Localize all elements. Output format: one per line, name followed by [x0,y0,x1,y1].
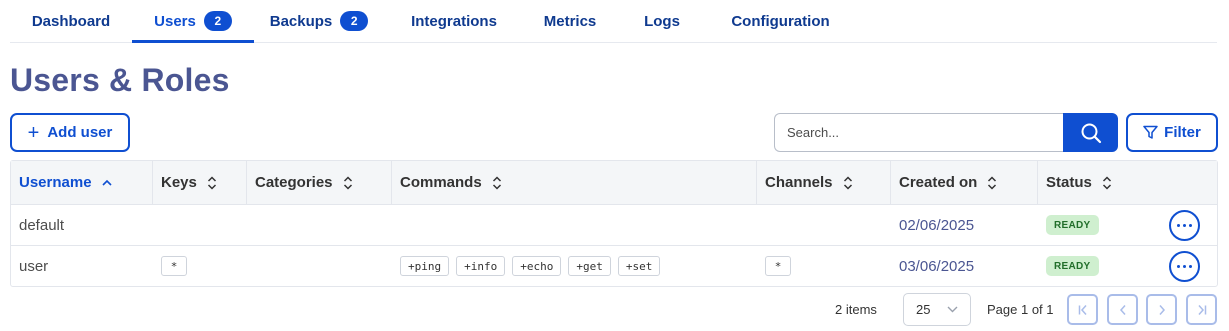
search-box [774,113,1118,152]
column-header-commands[interactable]: Commands [392,161,757,204]
page-title: Users & Roles [10,62,230,98]
filter-button[interactable]: Filter [1126,113,1218,152]
commands-cell: +ping +info +echo +get +set [392,246,757,286]
search-button[interactable] [1063,113,1118,152]
channels-cell: * [757,246,891,286]
sort-ascending-icon [101,179,112,187]
tab-configuration[interactable]: Configuration [708,0,853,42]
tab-label: Integrations [411,12,497,30]
plus-icon: + [27,121,40,144]
next-page-button[interactable] [1146,294,1177,325]
sort-icon [343,175,353,190]
tab-count-badge: 2 [203,11,232,31]
status-cell: READY [1038,205,1217,245]
tab-label: Backups [269,12,333,30]
last-page-icon [1197,304,1206,315]
categories-cell [247,246,392,286]
status-badge: READY [1046,215,1099,235]
column-header-status[interactable]: Status [1038,161,1217,204]
items-count: 2 items [835,302,877,317]
tab-integrations[interactable]: Integrations [384,0,524,42]
username-cell: user [19,257,49,275]
add-user-button[interactable]: + Add user [10,113,130,152]
column-header-channels[interactable]: Channels [757,161,891,204]
tab-label: Dashboard [31,12,111,30]
page-size-value: 25 [916,302,931,317]
tab-dashboard[interactable]: Dashboard [10,0,132,42]
table-header-row: Username Keys Categories Commands Channe… [11,161,1217,204]
row-actions-button[interactable] [1169,209,1200,241]
chevron-down-icon [947,306,958,313]
sort-icon [492,175,502,190]
command-chip: +echo [512,256,562,276]
command-chip: +set [617,256,661,276]
users-table: Username Keys Categories Commands Channe… [10,160,1218,287]
search-icon [1081,123,1101,143]
status-badge: READY [1046,256,1099,276]
column-header-username[interactable]: Username [11,161,153,204]
more-icon [1177,264,1180,268]
column-header-keys[interactable]: Keys [153,161,247,204]
table-row: user * +ping +info +echo +get +set * 03/… [11,245,1217,286]
add-user-label: Add user [47,124,113,141]
tab-metrics[interactable]: Metrics [524,0,616,42]
previous-page-button[interactable] [1107,294,1138,325]
command-chip: +info [456,256,506,276]
keys-cell: * [153,246,247,286]
sort-icon [843,175,853,190]
page-size-select[interactable]: 25 [903,293,971,326]
tab-label: Users [154,12,196,30]
tab-backups[interactable]: Backups 2 [254,0,384,42]
command-chip: +ping [400,256,450,276]
channels-cell [757,205,891,245]
column-header-created-on[interactable]: Created on [891,161,1038,204]
sort-icon [1102,175,1112,190]
filter-icon [1143,125,1158,139]
last-page-button[interactable] [1186,294,1217,325]
page-info: Page 1 of 1 [987,302,1054,317]
chevron-left-icon [1119,304,1126,315]
column-header-categories[interactable]: Categories [247,161,392,204]
row-actions-button[interactable] [1169,250,1200,282]
sort-icon [207,175,217,190]
status-cell: READY [1038,246,1217,286]
tab-count-badge: 2 [340,11,369,31]
commands-cell [392,205,757,245]
tab-label: Configuration [731,12,830,30]
search-input[interactable] [774,113,1064,152]
tab-bar: Dashboard Users 2 Backups 2 Integrations… [10,0,1217,43]
more-icon [1177,223,1180,227]
keys-cell [153,205,247,245]
tab-label: Logs [644,12,680,30]
tab-users[interactable]: Users 2 [132,0,254,43]
created-on-cell: 03/06/2025 [899,257,975,275]
key-chip: * [161,256,187,276]
chevron-right-icon [1158,304,1165,315]
command-chip: +get [568,256,611,276]
username-cell: default [19,216,65,234]
tab-label: Metrics [543,12,597,30]
table-row: default 02/06/2025 READY [11,204,1217,245]
channel-chip: * [765,256,791,276]
filter-label: Filter [1164,124,1201,141]
tab-logs[interactable]: Logs [616,0,708,42]
first-page-button[interactable] [1067,294,1098,325]
created-on-cell: 02/06/2025 [899,216,975,234]
first-page-icon [1078,304,1087,315]
sort-icon [987,175,997,190]
categories-cell [247,205,392,245]
